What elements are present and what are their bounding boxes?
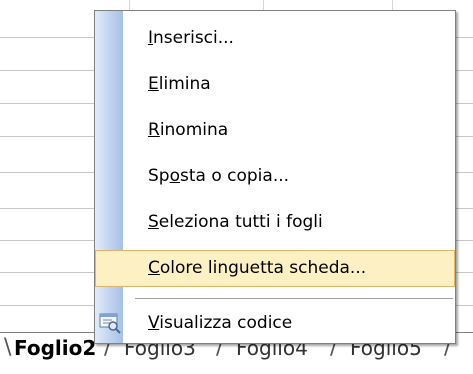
menu-item-label: Rinomina	[148, 120, 229, 140]
menu-item-move-copy[interactable]: Sposta o copia...	[95, 158, 455, 195]
excel-window: \ Foglio2 / Foglio3 / Foglio4 / Foglio5 …	[0, 0, 473, 374]
tab-separator: \	[4, 335, 12, 360]
menu-item-view-code[interactable]: Visualizza codice	[95, 305, 455, 342]
menu-separator	[135, 298, 453, 299]
menu-item-tab-color[interactable]: Colore linguetta scheda...	[95, 250, 455, 287]
menu-item-delete[interactable]: Elimina	[95, 66, 455, 103]
sheet-tab-foglio2[interactable]: Foglio2	[14, 334, 96, 362]
menu-item-label: Sposta o copia...	[148, 166, 290, 186]
menu-item-insert[interactable]: Inserisci...	[95, 20, 455, 57]
menu-item-label: Inserisci...	[148, 28, 234, 48]
menu-item-rename[interactable]: Rinomina	[95, 112, 455, 149]
menu-item-label: Visualizza codice	[148, 313, 293, 333]
menu-item-label: Seleziona tutti i fogli	[148, 212, 323, 232]
sheet-tab-context-menu: Inserisci... Elimina Rinomina Sposta o c…	[94, 10, 456, 344]
menu-item-label: Colore linguetta scheda...	[148, 258, 367, 278]
menu-item-select-all-sheets[interactable]: Seleziona tutti i fogli	[95, 204, 455, 241]
view-code-icon	[98, 312, 122, 334]
menu-item-label: Elimina	[148, 74, 211, 94]
